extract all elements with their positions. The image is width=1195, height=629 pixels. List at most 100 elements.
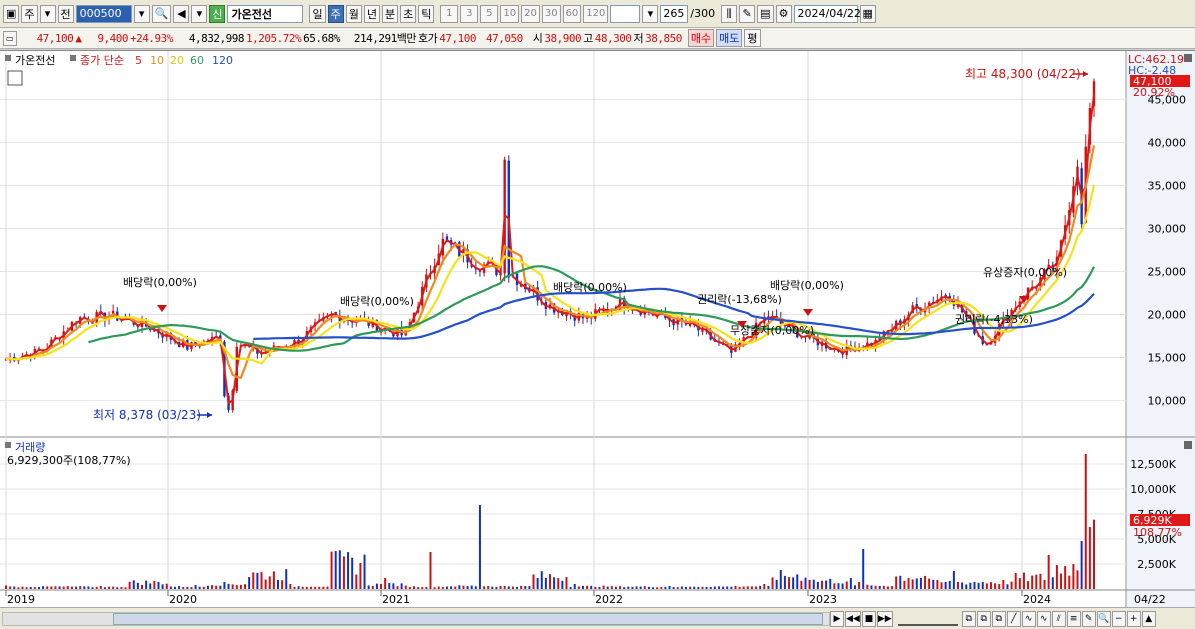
interval-30[interactable]: 30	[541, 4, 561, 23]
rewind-icon[interactable]: ◀◀	[845, 610, 861, 627]
eval-button[interactable]: 평	[744, 29, 761, 47]
volume-bar	[944, 581, 947, 589]
interval-20[interactable]: 20	[521, 4, 540, 23]
tab-minute[interactable]: 분	[381, 4, 399, 23]
interval-custom-input[interactable]	[610, 4, 641, 23]
volume-bar	[103, 587, 106, 589]
tab-day[interactable]: 일	[309, 4, 326, 23]
stock-name-field[interactable]: 가온전선	[227, 4, 304, 23]
channel-tool-icon[interactable]: ⫽	[1051, 610, 1066, 627]
stock-code-input[interactable]: 000500	[75, 4, 132, 23]
price-volume-chart[interactable]: 45,00040,00035,00030,00025,00020,00015,0…	[0, 51, 1195, 608]
line-tool-icon[interactable]: ╱	[1006, 610, 1021, 627]
interval-60[interactable]: 60	[562, 4, 582, 23]
volume-bar	[330, 551, 333, 589]
scroll-right-icon[interactable]: ▶	[830, 610, 844, 627]
volume-bar	[75, 586, 78, 589]
speed-slider[interactable]	[897, 612, 958, 626]
search-icon[interactable]: 🔍	[151, 4, 172, 23]
volume-bar	[351, 557, 354, 589]
code-dropdown-icon[interactable]: ▾	[133, 4, 150, 23]
volume-bar	[62, 586, 65, 589]
interval-120[interactable]: 120	[583, 4, 609, 23]
volume-bar	[277, 579, 279, 589]
volume-y-tick: 2,500K	[1137, 558, 1176, 571]
wave-tool-icon[interactable]: ∿	[1036, 610, 1051, 627]
volume-bar	[528, 586, 531, 589]
period-type-button[interactable]: 주	[21, 4, 38, 23]
volume-bar	[161, 584, 164, 589]
layout2-icon[interactable]: ⧉	[976, 610, 991, 627]
event-annotation: 배당락(0,00%)	[553, 281, 627, 294]
draw-tool-icon[interactable]: ✎	[739, 4, 756, 23]
stop-icon[interactable]: ■	[861, 610, 876, 627]
calendar-icon[interactable]: ▦	[859, 4, 876, 23]
volume-bar	[833, 583, 836, 589]
new-badge[interactable]: 신	[209, 4, 226, 23]
save-icon[interactable]: ▤	[757, 4, 774, 23]
interval-10[interactable]: 10	[500, 4, 520, 23]
max-arrow-head	[1083, 71, 1088, 77]
chart-window-icon[interactable]: ▣	[3, 4, 20, 23]
horizontal-scrollbar[interactable]	[2, 611, 830, 626]
tab-week[interactable]: 주	[327, 4, 344, 23]
tab-month[interactable]: 월	[345, 4, 362, 23]
quote-menu-icon[interactable]: ▭	[3, 30, 17, 46]
chart-area[interactable]: 45,000 40,000 35,000 30,000 25,000 20,000 15,0…	[0, 50, 1195, 629]
interval-1[interactable]: 1	[440, 4, 459, 23]
volume-bar	[961, 582, 964, 589]
volume-bar	[1010, 581, 1013, 589]
volume-bar	[264, 579, 267, 589]
tab-tick[interactable]: 틱	[418, 4, 435, 23]
volume-bar	[932, 579, 935, 589]
volume-bar	[845, 581, 848, 589]
sell-button[interactable]: 매도	[716, 29, 743, 47]
volume-bar	[540, 571, 543, 589]
max-price-label: 최고 48,300 (04/22)	[965, 67, 1081, 81]
count-input[interactable]: 265	[660, 4, 689, 23]
volume: 4,832,998	[188, 31, 245, 45]
layout-icon[interactable]: ⧉	[961, 610, 976, 627]
interval-5[interactable]: 5	[480, 4, 499, 23]
minus-icon[interactable]: −	[1111, 610, 1126, 627]
volume-bar	[511, 586, 514, 589]
volume-bar	[1002, 579, 1005, 589]
fib-tool-icon[interactable]: ≡	[1066, 610, 1081, 627]
volume-bar	[50, 586, 53, 589]
interval-dropdown-icon[interactable]: ▾	[642, 4, 659, 23]
trend-tool-icon[interactable]: ∿	[1021, 610, 1036, 627]
current-price: 47,100	[36, 31, 74, 45]
volume-bar	[878, 585, 881, 589]
volume-bar	[870, 585, 873, 589]
speaker-icon[interactable]: ◀	[173, 4, 190, 23]
tab-second[interactable]: 초	[400, 4, 417, 23]
prev-button[interactable]: 전	[57, 4, 74, 23]
volume-bar	[800, 580, 803, 589]
volume-last-pct-tag: 108,77%	[1133, 526, 1182, 539]
volume-bar	[454, 586, 457, 589]
fast-forward-icon[interactable]: ▶▶	[876, 610, 893, 627]
volume-bar	[689, 586, 692, 589]
volume-bar	[149, 583, 152, 589]
speaker-dropdown-icon[interactable]: ▾	[191, 4, 208, 23]
zoom-icon[interactable]: 🔍	[1096, 610, 1111, 627]
volume-bar	[202, 586, 205, 589]
date-input[interactable]: 2024/04/22	[793, 4, 861, 23]
plus-icon[interactable]: +	[1126, 610, 1141, 627]
text-tool-icon[interactable]: ✎	[1081, 610, 1096, 627]
volume-bar	[750, 586, 753, 589]
low-label: 저	[633, 32, 644, 45]
dropdown-arrow-icon[interactable]: ▾	[39, 4, 56, 23]
volume-bar	[676, 587, 679, 589]
buy-button[interactable]: 매수	[687, 29, 715, 47]
gear-icon[interactable]: ⚙	[775, 4, 792, 23]
trade-amount: 214,291백만	[353, 32, 417, 45]
interval-3[interactable]: 3	[460, 4, 479, 23]
up-icon[interactable]: ▲	[1141, 610, 1156, 627]
candle-icon[interactable]: ⫼	[721, 4, 738, 23]
scroll-thumb[interactable]	[113, 612, 823, 625]
tab-year[interactable]: 년	[363, 4, 380, 23]
volume-bar	[837, 583, 840, 589]
volume-bar	[619, 586, 622, 589]
layout3-icon[interactable]: ⧉	[991, 610, 1006, 627]
